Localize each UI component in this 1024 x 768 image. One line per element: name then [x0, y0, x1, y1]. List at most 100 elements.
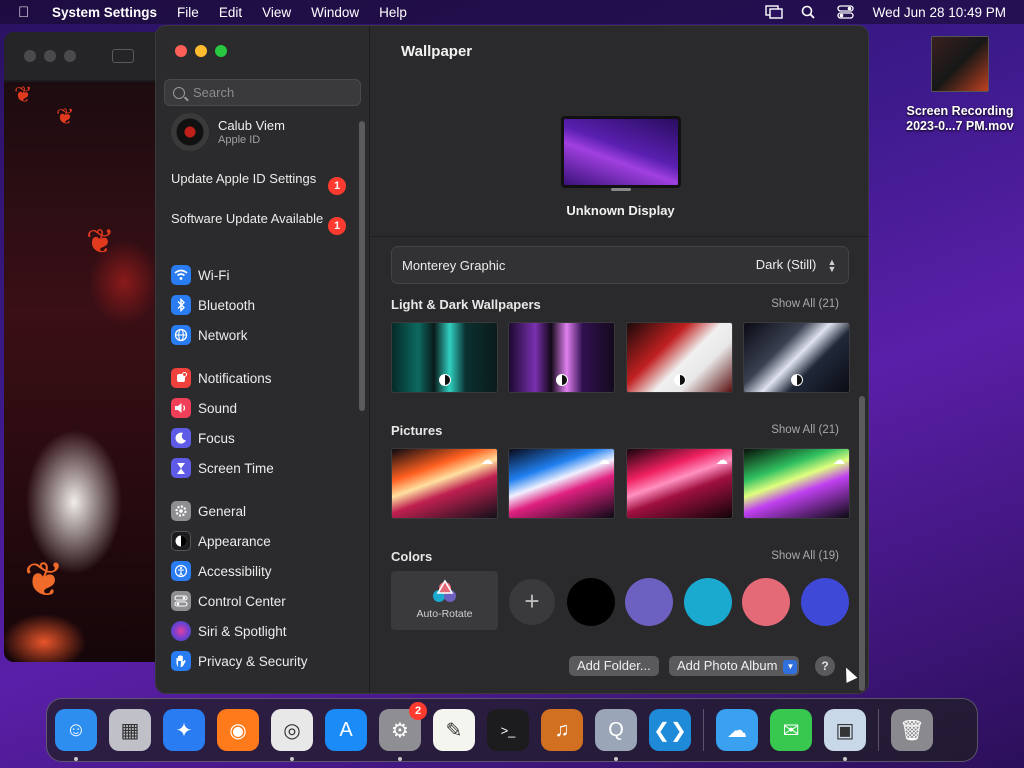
sidebar-item-notifications[interactable]: Notifications [171, 366, 272, 390]
notice-update-apple-id[interactable]: Update Apple ID Settings 1 [171, 171, 346, 195]
wallpaper-mode-popup[interactable]: Dark (Still) ▲ ▼ [756, 257, 838, 273]
firefox-icon-glyph: ◉ [229, 719, 247, 742]
wallpaper-thumbnail[interactable] [391, 322, 498, 393]
picture-thumbnail[interactable]: ☁ [743, 448, 850, 519]
sidebar-item-sound[interactable]: Sound [171, 396, 237, 420]
picture-thumbnail[interactable]: ☁ [508, 448, 615, 519]
screen-mirroring-icon[interactable] [764, 5, 783, 19]
search-input[interactable]: Search [164, 79, 361, 106]
show-all-pictures-button[interactable]: Show All (21) [751, 424, 839, 436]
bg-minimize-button[interactable] [44, 50, 56, 62]
show-all-colors-button[interactable]: Show All (19) [751, 550, 839, 562]
wallpaper-thumbnail[interactable] [626, 322, 733, 393]
auto-rotate-tile[interactable]: Auto-Rotate [391, 571, 498, 630]
finder-icon[interactable]: ☺ [55, 709, 97, 761]
sidebar-item-network[interactable]: Network [171, 323, 248, 347]
sidebar-item-wifi[interactable]: Wi-Fi [171, 263, 229, 287]
sidebar-item-bluetooth[interactable]: Bluetooth [171, 293, 255, 317]
background-window[interactable]: ❦ ❦ ❦ ❦ [4, 32, 164, 662]
app-store-icon[interactable]: A [325, 709, 367, 751]
menu-clock[interactable]: Wed Jun 28 10:49 PM [873, 5, 1006, 20]
recycle-rotate-icon [430, 579, 460, 605]
menu-edit[interactable]: Edit [219, 5, 242, 20]
bg-zoom-button[interactable] [64, 50, 76, 62]
color-swatch[interactable] [625, 578, 673, 626]
color-swatch[interactable] [684, 578, 732, 626]
safari-icon[interactable]: ✦ [163, 709, 205, 751]
wallpaper-style-select[interactable]: Monterey Graphic Dark (Still) ▲ ▼ [391, 246, 849, 284]
trash-icon[interactable]: 🗑 [891, 709, 933, 751]
textedit-icon[interactable]: ✎ [433, 709, 475, 751]
sidebar: Search Calub Viem Apple ID Update Apple … [156, 26, 370, 693]
control-center-icon [171, 591, 191, 611]
sidebar-item-control-center[interactable]: Control Center [171, 589, 286, 613]
cloud-download-icon: ☁ [481, 453, 493, 467]
vscode-icon[interactable]: ❮❯ [649, 709, 691, 751]
menu-help[interactable]: Help [379, 5, 407, 20]
help-button[interactable]: ? [815, 656, 835, 676]
zoom-button[interactable] [215, 45, 227, 57]
sidebar-item-general[interactable]: General [171, 499, 246, 523]
spotlight-search-icon[interactable] [801, 5, 819, 19]
sidebar-item-label: Focus [198, 430, 235, 446]
terminal-icon[interactable]: >_ [487, 709, 529, 751]
sidebar-item-privacy-security[interactable]: Privacy & Security [171, 649, 308, 673]
menu-view[interactable]: View [262, 5, 291, 20]
wallpaper-thumbnail[interactable] [508, 322, 615, 393]
apple-id-account[interactable]: Calub Viem Apple ID [171, 113, 285, 151]
launchpad-icon[interactable]: ▦ [109, 709, 151, 751]
sidebar-item-label: Control Center [198, 593, 286, 609]
garageband-icon[interactable]: ♫ [541, 709, 583, 751]
search-placeholder: Search [193, 85, 235, 100]
bluetooth-icon [171, 295, 191, 315]
anime-artwork-image: ❦ ❦ ❦ ❦ [4, 82, 164, 662]
content-scrollbar[interactable] [859, 396, 865, 691]
wallpaper-thumbnail[interactable] [743, 322, 850, 393]
control-center-icon[interactable] [837, 5, 855, 19]
show-all-light-dark-button[interactable]: Show All (21) [751, 298, 839, 310]
cloud-download-icon: ☁ [716, 453, 728, 467]
color-swatch[interactable] [567, 578, 615, 626]
sidebar-item-screen-time[interactable]: Screen Time [171, 456, 274, 480]
notice-software-update[interactable]: Software Update Available 1 [171, 211, 346, 235]
background-titlebar [4, 32, 164, 80]
sidebar-item-accessibility[interactable]: Accessibility [171, 559, 272, 583]
messages-icon[interactable]: ✉ [770, 709, 812, 751]
minimize-button[interactable] [195, 45, 207, 57]
sidebar-item-appearance[interactable]: Appearance [171, 529, 271, 553]
preview-icon-glyph: ▣ [835, 719, 855, 742]
dock-separator [703, 709, 704, 751]
sidebar-item-focus[interactable]: Focus [171, 426, 235, 450]
sidebar-toggle-icon[interactable] [112, 49, 134, 63]
trash-icon-glyph: 🗑 [899, 719, 925, 742]
siri-icon [171, 621, 191, 641]
weather-icon[interactable]: ☁ [716, 709, 758, 751]
account-subtitle: Apple ID [218, 134, 261, 146]
color-swatch[interactable] [801, 578, 849, 626]
add-color-button[interactable]: + [509, 579, 555, 625]
desktop-file[interactable]: Screen Recording 2023-0...7 PM.mov [900, 36, 1020, 134]
firefox-icon[interactable]: ◉ [217, 709, 259, 751]
chevron-updown-icon: ▲ ▼ [827, 256, 837, 274]
account-name: Calub Viem [218, 118, 285, 133]
quicktime-icon[interactable]: Q [595, 709, 637, 761]
color-swatch[interactable] [742, 578, 790, 626]
menu-app-name[interactable]: System Settings [52, 5, 157, 20]
cloud-download-icon: ☁ [598, 453, 610, 467]
bg-close-button[interactable] [24, 50, 36, 62]
add-folder-button[interactable]: Add Folder... [569, 656, 659, 676]
chrome-icon[interactable]: ◎ [271, 709, 313, 761]
picture-thumbnail[interactable]: ☁ [391, 448, 498, 519]
apple-menu-icon[interactable]:  [18, 4, 38, 21]
sidebar-item-siri-spotlight[interactable]: Siri & Spotlight [171, 619, 287, 643]
finder-icon-glyph: ☺ [65, 718, 87, 741]
close-button[interactable] [175, 45, 187, 57]
menu-window[interactable]: Window [311, 5, 359, 20]
chevron-down-icon[interactable]: ▼ [783, 659, 798, 674]
menu-file[interactable]: File [177, 5, 199, 20]
preview-icon[interactable]: ▣ [824, 709, 866, 761]
sidebar-scrollbar[interactable] [359, 121, 365, 411]
add-photo-album-button[interactable]: Add Photo Album ▼ [669, 656, 800, 676]
picture-thumbnail[interactable]: ☁ [626, 448, 733, 519]
system-settings-icon[interactable]: ⚙ 2 [379, 702, 427, 761]
